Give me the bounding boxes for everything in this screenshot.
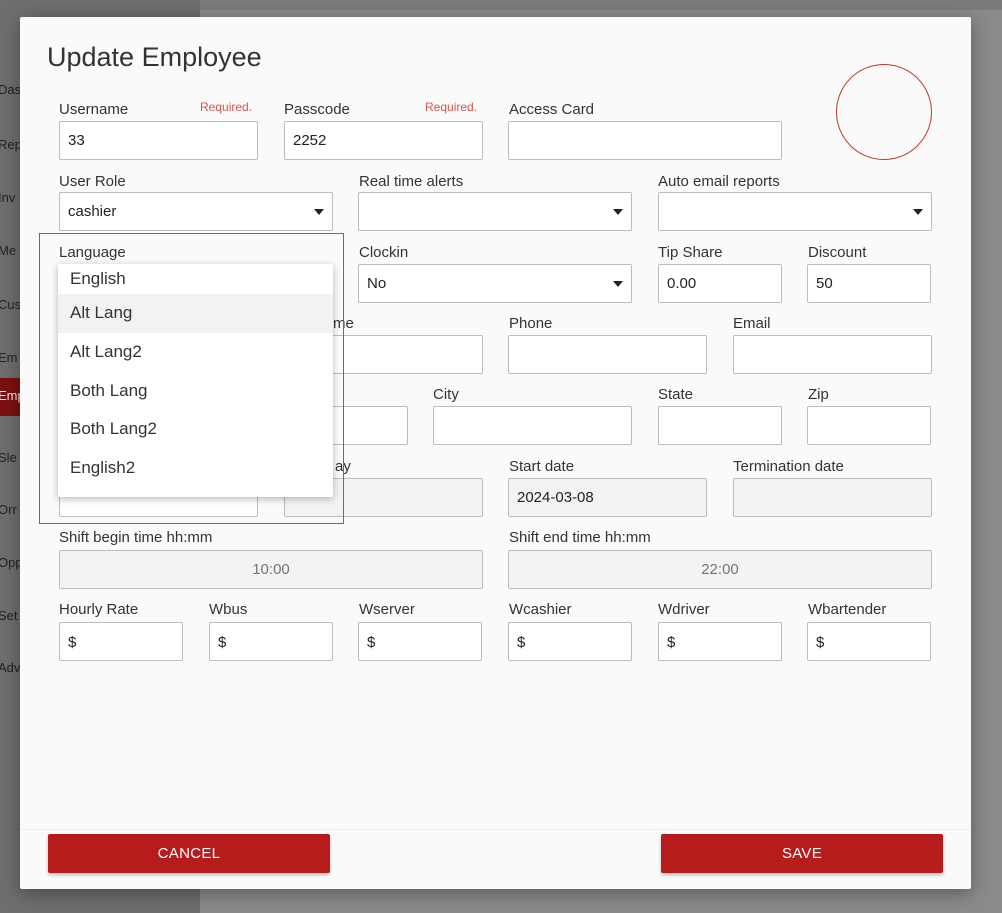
sidebar-item[interactable]: Me [0,233,20,271]
employee-photo-avatar[interactable] [836,64,932,160]
sidebar-item[interactable]: Sle [0,440,20,478]
dialog-title: Update Employee [47,42,262,72]
language-option[interactable]: Alt Lang2 [58,333,333,372]
wbartender-label: Wbartender [808,601,887,618]
currency-symbol: $ [816,634,825,651]
sidebar-item-active[interactable]: Emp [0,378,20,416]
wcashier-input[interactable] [529,624,627,659]
hourly-rate-label: Hourly Rate [59,601,139,618]
hourly-rate-field[interactable]: $ [59,622,183,661]
update-employee-dialog: Update Employee Username Required. Passc… [20,17,971,889]
sidebar-item[interactable]: Orr [0,492,20,530]
termination-date-input[interactable] [733,478,932,517]
realtime-alerts-select[interactable] [358,192,632,231]
sidebar-item[interactable]: Set [0,598,20,636]
shift-end-input[interactable] [508,550,932,589]
start-date-input[interactable] [508,478,707,517]
currency-symbol: $ [218,634,227,651]
sidebar-item[interactable]: Das [0,72,20,110]
auto-email-reports-label: Auto email reports [658,173,780,190]
shift-begin-label: Shift begin time hh:mm [59,529,213,546]
state-label: State [658,386,694,403]
wdriver-field[interactable]: $ [658,622,782,661]
wbus-input[interactable] [230,624,328,659]
clockin-select[interactable]: No [358,264,632,303]
city-label: City [433,386,459,403]
email-input[interactable] [733,335,932,374]
language-dropdown-menu: English Alt Lang Alt Lang2 Both Lang Bot… [58,264,333,497]
chevron-down-icon [913,209,923,215]
tip-share-input[interactable] [658,264,782,303]
wcashier-label: Wcashier [509,601,572,618]
language-label: Language [59,244,126,261]
tip-share-label: Tip Share [658,244,723,261]
wserver-label: Wserver [359,601,415,618]
city-input[interactable] [433,406,632,445]
clockin-value: No [367,275,387,292]
phone-input[interactable] [508,335,707,374]
cancel-button[interactable]: CANCEL [48,834,330,873]
chevron-down-icon [613,281,623,287]
sidebar-item[interactable]: Inv [0,180,20,218]
wbartender-field[interactable]: $ [807,622,931,661]
access-card-input[interactable] [508,121,782,160]
sidebar-item[interactable]: Em [0,340,20,378]
sidebar-item[interactable]: Opp [0,545,20,583]
sidebar-item[interactable]: Rep [0,127,20,165]
user-role-label: User Role [59,173,126,190]
currency-symbol: $ [667,634,676,651]
zip-label: Zip [808,386,829,403]
passcode-input[interactable] [284,121,483,160]
auto-email-reports-select[interactable] [658,192,932,231]
wcashier-field[interactable]: $ [508,622,632,661]
wbus-field[interactable]: $ [209,622,333,661]
clockin-label: Clockin [359,244,409,261]
zip-input[interactable] [807,406,931,445]
discount-label: Discount [808,244,867,261]
user-role-value: cashier [68,203,117,220]
passcode-label: Passcode [284,101,350,118]
username-required-text: Required. [200,100,253,114]
username-label: Username [59,101,129,118]
save-button[interactable]: SAVE [661,834,943,873]
termination-date-label: Termination date [733,458,844,475]
wbartender-input[interactable] [828,624,926,659]
language-option[interactable]: Both Lang [58,372,333,411]
wserver-field[interactable]: $ [358,622,482,661]
state-input[interactable] [658,406,782,445]
username-input[interactable] [59,121,258,160]
start-date-label: Start date [509,458,575,475]
last-name-label: me [333,315,354,332]
user-role-select[interactable]: cashier [59,192,333,231]
language-option[interactable]: English [58,264,333,294]
footer-divider [20,829,971,830]
passcode-required-text: Required. [425,100,478,114]
phone-label: Phone [509,315,553,332]
currency-symbol: $ [517,634,526,651]
currency-symbol: $ [68,634,77,651]
discount-input[interactable] [807,264,931,303]
wdriver-input[interactable] [679,624,777,659]
language-option[interactable]: Both Lang2 [58,410,333,449]
hourly-rate-input[interactable] [80,624,178,659]
wdriver-label: Wdriver [658,601,710,618]
currency-symbol: $ [367,634,376,651]
language-option-hovered[interactable]: Alt Lang [58,294,333,333]
access-card-label: Access Card [509,101,595,118]
birthday-label: ay [335,458,351,475]
email-label: Email [733,315,771,332]
realtime-alerts-label: Real time alerts [359,173,464,190]
chevron-down-icon [613,209,623,215]
sidebar-item[interactable]: Adv [0,650,20,688]
language-option[interactable]: English2 [58,449,333,488]
wserver-input[interactable] [379,624,477,659]
chevron-down-icon [314,209,324,215]
wbus-label: Wbus [209,601,248,618]
sidebar-item[interactable]: Cus [0,287,20,325]
shift-end-label: Shift end time hh:mm [509,529,651,546]
shift-begin-input[interactable] [59,550,483,589]
